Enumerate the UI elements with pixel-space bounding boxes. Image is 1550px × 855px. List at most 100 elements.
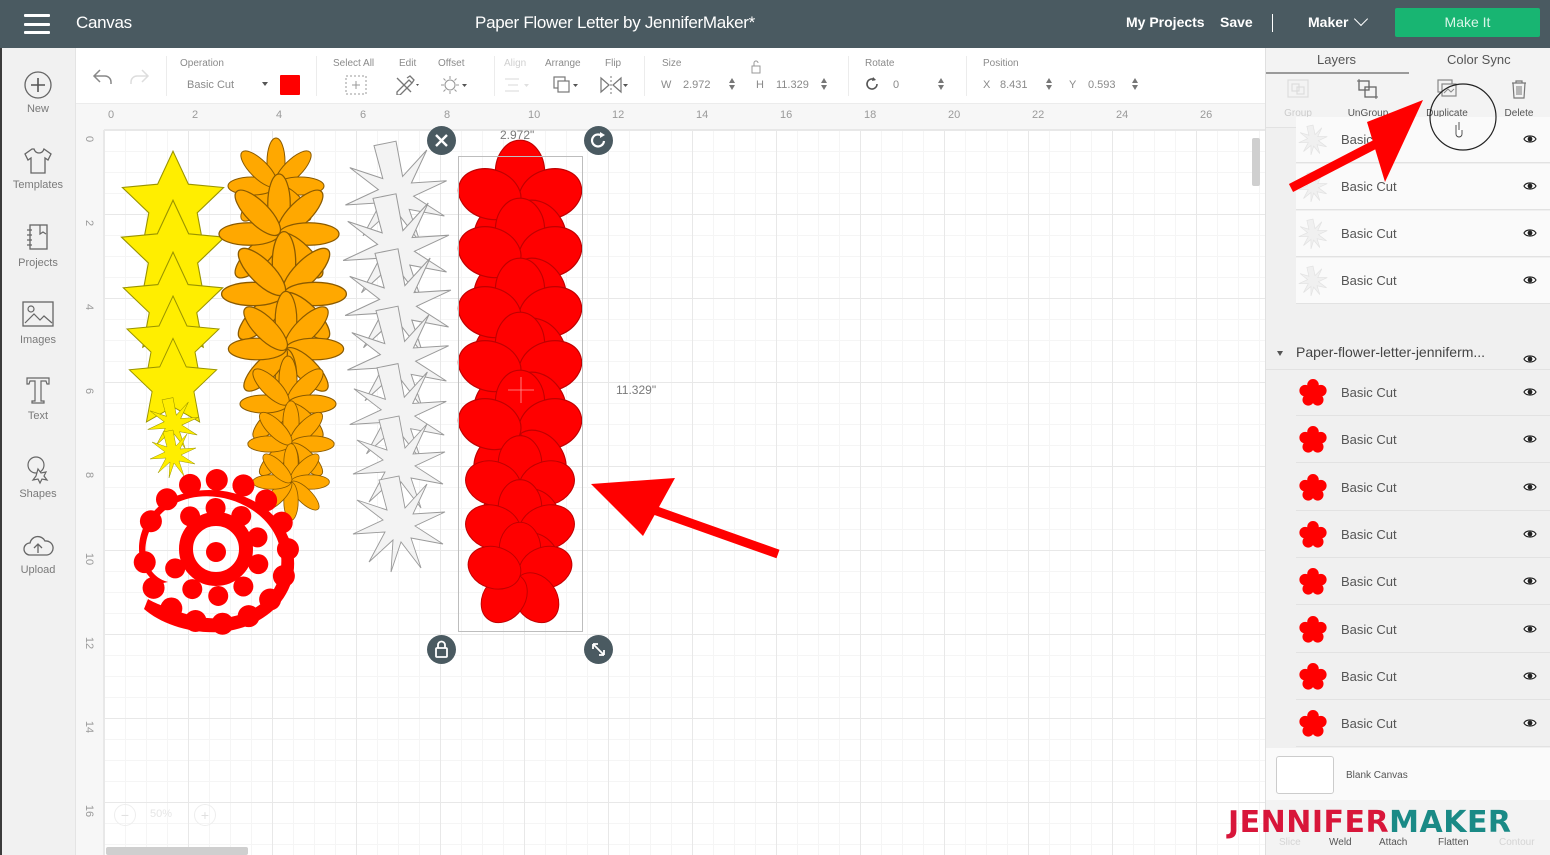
sidebar-label: Templates xyxy=(12,179,64,191)
height-input[interactable]: 11.329 xyxy=(776,79,809,91)
zoom-in-button[interactable]: + xyxy=(194,804,216,826)
eye-icon[interactable] xyxy=(1523,354,1537,364)
undo-icon[interactable] xyxy=(92,68,114,86)
layer-row[interactable]: Basic Cut xyxy=(1296,117,1550,163)
eye-icon[interactable] xyxy=(1523,134,1537,144)
eye-icon[interactable] xyxy=(1523,387,1537,397)
my-projects-link[interactable]: My Projects xyxy=(1126,14,1205,30)
x-stepper[interactable] xyxy=(1046,78,1053,91)
eye-icon[interactable] xyxy=(1523,624,1537,634)
zoom-out-button[interactable]: − xyxy=(114,804,136,826)
design-canvas[interactable]: 0 2 4 6 8 10 12 14 16 18 20 22 24 26 0 2 4 6 8 10 12 14 16 xyxy=(76,104,1265,855)
eye-icon[interactable] xyxy=(1523,228,1537,238)
red-spiral-rose xyxy=(133,469,299,635)
chevron-down-icon[interactable] xyxy=(1353,11,1369,27)
sidebar-item-text[interactable]: Text xyxy=(0,375,76,422)
tshirt-icon xyxy=(24,147,52,174)
sidebar-item-new[interactable]: New xyxy=(0,70,76,115)
horizontal-scrollbar[interactable] xyxy=(106,847,248,855)
select-all-icon[interactable] xyxy=(345,75,367,95)
sidebar-label: Projects xyxy=(18,257,58,269)
lock-icon[interactable] xyxy=(751,60,761,74)
layer-row[interactable]: Basic Cut xyxy=(1296,370,1550,416)
duplicate-button[interactable]: Duplicate xyxy=(1417,78,1477,119)
layer-thumbnail xyxy=(1299,426,1327,453)
eye-icon[interactable] xyxy=(1523,181,1537,191)
layer-row[interactable]: Basic Cut xyxy=(1296,417,1550,464)
width-input[interactable]: 2.972 xyxy=(683,79,711,91)
eye-icon[interactable] xyxy=(1523,576,1537,586)
layer-row[interactable]: Basic Cut xyxy=(1296,559,1550,606)
eye-icon[interactable] xyxy=(1523,529,1537,539)
eye-icon[interactable] xyxy=(1523,671,1537,681)
layer-row[interactable]: Basic Cut xyxy=(1296,511,1550,558)
arrange-icon[interactable] xyxy=(552,75,580,95)
rotate-stepper[interactable] xyxy=(938,78,945,91)
rotate-input[interactable]: 0 xyxy=(893,79,899,91)
layer-name: Basic Cut xyxy=(1341,226,1397,241)
sidebar-item-shapes[interactable]: Shapes xyxy=(0,453,76,500)
group-button[interactable]: Group xyxy=(1268,78,1328,119)
make-it-button[interactable]: Make It xyxy=(1395,8,1540,37)
rotate-icon xyxy=(590,132,606,148)
width-stepper[interactable] xyxy=(729,78,736,91)
layer-row[interactable]: Basic Cut xyxy=(1296,701,1550,748)
sidebar-item-upload[interactable]: Upload xyxy=(0,531,76,576)
y-input[interactable]: 0.593 xyxy=(1088,79,1116,91)
layer-row[interactable]: Basic Cut xyxy=(1296,653,1550,700)
x-input[interactable]: 8.431 xyxy=(1000,79,1028,91)
sidebar-label: Upload xyxy=(20,564,56,576)
layer-row[interactable]: Basic Cut xyxy=(1296,606,1550,653)
operation-color-swatch[interactable] xyxy=(280,75,300,95)
delete-button[interactable]: Delete xyxy=(1489,78,1549,119)
y-stepper[interactable] xyxy=(1132,78,1139,91)
operation-label: Operation xyxy=(180,58,224,69)
collapse-triangle-icon[interactable] xyxy=(1277,351,1283,356)
ungroup-button[interactable]: UnGroup xyxy=(1338,78,1398,119)
layer-row[interactable]: Basic Cut xyxy=(1296,258,1550,304)
layer-name: Basic Cut xyxy=(1341,716,1397,732)
sidebar-item-projects[interactable]: Projects xyxy=(0,222,76,269)
cloud-upload-icon xyxy=(23,535,54,556)
operation-dropdown[interactable]: Basic Cut xyxy=(187,79,234,91)
caret-down-icon[interactable] xyxy=(262,82,268,86)
delete-handle[interactable] xyxy=(427,126,456,155)
watermark-part1: JENNIFER xyxy=(1228,805,1390,840)
eye-icon[interactable] xyxy=(1523,482,1537,492)
layer-name: Basic Cut xyxy=(1341,574,1397,590)
layer-row[interactable]: Basic Cut xyxy=(1296,464,1550,511)
duplicate-icon xyxy=(1437,79,1457,97)
resize-handle[interactable] xyxy=(584,635,613,664)
sidebar-item-templates[interactable]: Templates xyxy=(0,146,76,191)
height-label: H xyxy=(756,79,764,91)
layer-row[interactable]: Basic Cut xyxy=(1296,164,1550,210)
sidebar-item-images[interactable]: Images xyxy=(0,299,76,346)
close-icon xyxy=(435,134,448,147)
eye-icon[interactable] xyxy=(1523,718,1537,728)
machine-selector[interactable]: Maker xyxy=(1308,14,1348,30)
layer-thumbnail xyxy=(1299,568,1327,595)
layer-name: Basic Cut xyxy=(1341,132,1397,147)
tab-layers[interactable]: Layers xyxy=(1317,52,1356,67)
selection-bounding-box[interactable] xyxy=(458,156,583,632)
redo-icon[interactable] xyxy=(128,68,150,86)
layer-row[interactable]: Basic Cut xyxy=(1296,211,1550,257)
layer-group-row[interactable]: Paper-flower-letter-jenniferm... xyxy=(1266,337,1550,370)
height-readout: 11.329" xyxy=(616,383,657,397)
flip-icon[interactable] xyxy=(599,75,629,95)
lock-handle[interactable] xyxy=(427,635,456,664)
eye-icon[interactable] xyxy=(1523,275,1537,285)
offset-icon[interactable] xyxy=(440,75,468,95)
rotate-handle[interactable] xyxy=(584,126,613,155)
text-icon xyxy=(26,377,50,404)
save-button[interactable]: Save xyxy=(1220,14,1253,30)
tab-color-sync[interactable]: Color Sync xyxy=(1447,52,1511,67)
panel-tabs: Layers Color Sync xyxy=(1266,48,1550,74)
vertical-scrollbar[interactable] xyxy=(1252,138,1260,186)
canvas-color-swatch[interactable] xyxy=(1276,756,1334,794)
jennifermaker-watermark: JENNIFERMAKER xyxy=(1228,806,1512,840)
position-label: Position xyxy=(983,58,1019,69)
edit-icon[interactable] xyxy=(394,75,422,95)
height-stepper[interactable] xyxy=(821,78,828,91)
eye-icon[interactable] xyxy=(1523,434,1537,444)
